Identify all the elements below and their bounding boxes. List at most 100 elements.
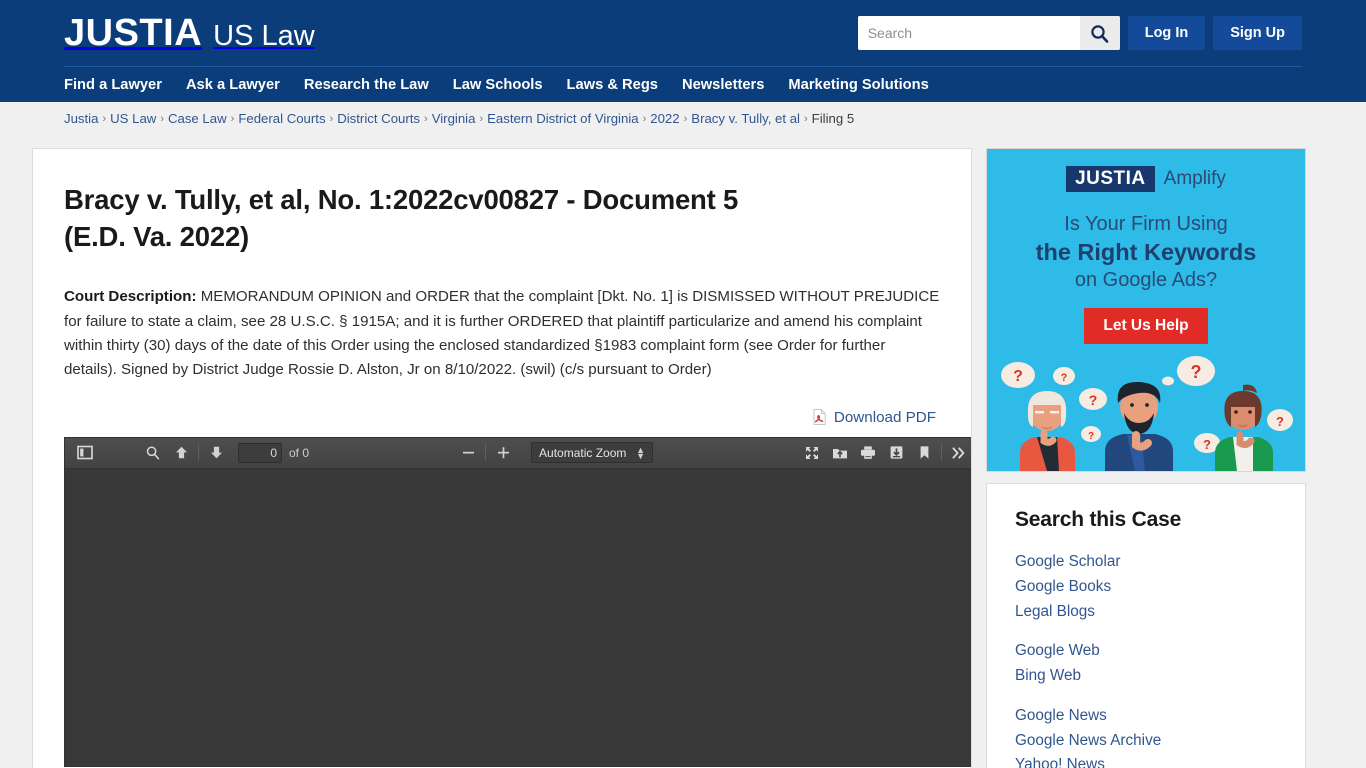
pdf-download-button[interactable]	[882, 441, 910, 465]
document-card: Bracy v. Tully, et al, No. 1:2022cv00827…	[32, 148, 972, 768]
pdf-next-page-button[interactable]	[202, 441, 230, 465]
svg-text:?: ?	[1203, 437, 1211, 452]
search-input[interactable]	[857, 16, 1080, 50]
page-title: Bracy v. Tully, et al, No. 1:2022cv00827…	[64, 184, 739, 252]
minus-icon	[461, 445, 476, 460]
breadcrumb-separator: ›	[102, 112, 107, 125]
svg-text:?: ?	[1276, 414, 1284, 429]
primary-nav: Find a Lawyer Ask a Lawyer Research the …	[0, 67, 1366, 102]
breadcrumb-separator: ›	[160, 112, 164, 125]
signup-button[interactable]: Sign Up	[1213, 16, 1302, 50]
ad-headline-line1: Is Your Firm Using	[1064, 213, 1228, 235]
breadcrumb-item-case[interactable]: Bracy v. Tully, et al	[691, 111, 800, 126]
search-link-google-news[interactable]: Google News	[1015, 704, 1277, 729]
svg-text:?: ?	[1013, 368, 1023, 385]
search-link-yahoo-news[interactable]: Yahoo! News	[1015, 753, 1277, 768]
ad-headline-line3: on Google Ads?	[1074, 269, 1218, 291]
open-file-icon	[832, 445, 848, 460]
toolbar-separator	[485, 444, 487, 462]
pdf-open-file-button[interactable]	[826, 441, 854, 465]
breadcrumb-item-justia[interactable]: Justia	[64, 111, 98, 126]
court-description-label: Court Description:	[64, 288, 197, 306]
download-icon	[889, 445, 904, 460]
sidebar: JUSTIA Amplify Is Your Firm Using the Ri…	[986, 148, 1306, 768]
breadcrumb-item-federal-courts[interactable]: Federal Courts	[238, 111, 325, 126]
breadcrumb-separator: ›	[329, 112, 334, 125]
breadcrumb-separator: ›	[424, 112, 428, 125]
court-description: Court Description: MEMORANDUM OPINION an…	[64, 285, 940, 383]
ad-cta-button[interactable]: Let Us Help	[1084, 308, 1208, 344]
breadcrumb-item-eastern-district-of-virginia[interactable]: Eastern District of Virginia	[487, 111, 638, 126]
search-link-google-scholar[interactable]: Google Scholar	[1015, 550, 1277, 575]
search-link-group-web: Google Web Bing Web	[1015, 639, 1277, 689]
pdf-zoom-in-button[interactable]	[489, 441, 517, 465]
double-chevron-right-icon	[951, 446, 967, 460]
nav-item-newsletters[interactable]: Newsletters	[682, 77, 764, 93]
breadcrumb: Justia › US Law › Case Law › Federal Cou…	[0, 102, 1366, 135]
ad-justia-badge: JUSTIA	[1066, 166, 1155, 192]
ad-cta-wrapper: Let Us Help	[987, 308, 1305, 344]
search-link-group-scholarly: Google Scholar Google Books Legal Blogs	[1015, 550, 1277, 624]
nav-item-marketing-solutions[interactable]: Marketing Solutions	[788, 77, 928, 93]
search-this-case-card: Search this Case Google Scholar Google B…	[986, 483, 1306, 768]
pdf-toolbar: of 0	[65, 437, 971, 469]
pdf-zoom-out-button[interactable]	[454, 441, 482, 465]
pdf-sidebar-toggle-button[interactable]	[71, 441, 99, 465]
pdf-previous-page-button[interactable]	[167, 441, 195, 465]
svg-text:?: ?	[1089, 392, 1098, 408]
search-link-google-books[interactable]: Google Books	[1015, 575, 1277, 600]
svg-text:?: ?	[1191, 362, 1202, 382]
breadcrumb-item-case-law[interactable]: Case Law	[168, 111, 227, 126]
sidebar-toggle-icon	[77, 445, 93, 460]
magnifier-icon	[145, 445, 161, 461]
logo-uslaw-text: US Law	[213, 20, 315, 52]
nav-item-ask-a-lawyer[interactable]: Ask a Lawyer	[186, 77, 280, 93]
ad-logo-row: JUSTIA Amplify	[987, 149, 1305, 192]
nav-item-laws-and-regs[interactable]: Laws & Regs	[567, 77, 658, 93]
arrow-up-icon	[174, 445, 189, 460]
pdf-bookmark-button[interactable]	[910, 441, 938, 465]
ad-headline-line2: the Right Keywords	[1035, 239, 1257, 265]
pdf-print-button[interactable]	[854, 441, 882, 465]
pdf-find-button[interactable]	[139, 441, 167, 465]
search-link-google-news-archive[interactable]: Google News Archive	[1015, 729, 1277, 754]
pdf-page-number-input[interactable]	[238, 442, 282, 463]
pdf-page-count-label: of 0	[289, 445, 310, 460]
advertisement-justia-amplify[interactable]: JUSTIA Amplify Is Your Firm Using the Ri…	[986, 148, 1306, 472]
breadcrumb-separator: ›	[683, 112, 688, 125]
pdf-presentation-mode-button[interactable]	[798, 441, 826, 465]
toolbar-separator	[198, 444, 199, 462]
search-button[interactable]	[1079, 16, 1120, 50]
login-button[interactable]: Log In	[1127, 16, 1206, 50]
nav-item-research-the-law[interactable]: Research the Law	[304, 77, 429, 93]
search-link-bing-web[interactable]: Bing Web	[1015, 664, 1277, 689]
search-icon	[1090, 24, 1109, 43]
toolbar-separator	[941, 444, 943, 462]
ad-amplify-label: Amplify	[1163, 168, 1226, 189]
pdf-more-tools-button[interactable]	[945, 441, 971, 465]
download-pdf-link[interactable]: Download PDF	[813, 409, 936, 426]
pdf-zoom-select-wrapper: Automatic Zoom ▲ ▼	[531, 442, 654, 464]
svg-text:?: ?	[1061, 372, 1068, 384]
plus-icon	[496, 445, 511, 460]
breadcrumb-item-us-law[interactable]: US Law	[110, 111, 156, 126]
nav-item-law-schools[interactable]: Law Schools	[453, 77, 543, 93]
breadcrumb-item-virginia[interactable]: Virginia	[432, 111, 476, 126]
breadcrumb-item-2022[interactable]: 2022	[650, 111, 679, 126]
site-logo[interactable]: JUSTIA US Law	[64, 14, 315, 52]
bookmark-icon	[918, 445, 931, 460]
download-row: Download PDF	[64, 409, 940, 426]
pdf-document-canvas[interactable]	[65, 468, 971, 766]
breadcrumb-item-current: Filing 5	[811, 111, 855, 126]
search-link-legal-blogs[interactable]: Legal Blogs	[1015, 600, 1277, 625]
header-top-row: JUSTIA US Law Log In Sign Up	[0, 0, 1366, 66]
pdf-file-icon	[813, 409, 826, 426]
breadcrumb-separator: ›	[230, 112, 235, 125]
arrow-down-icon	[209, 445, 224, 460]
nav-item-find-a-lawyer[interactable]: Find a Lawyer	[64, 77, 162, 93]
breadcrumb-item-district-courts[interactable]: District Courts	[337, 111, 420, 126]
breadcrumb-separator: ›	[804, 112, 808, 125]
pdf-zoom-select[interactable]: Automatic Zoom	[531, 442, 654, 464]
page-body: Bracy v. Tully, et al, No. 1:2022cv00827…	[0, 135, 1366, 768]
search-link-google-web[interactable]: Google Web	[1015, 639, 1277, 664]
